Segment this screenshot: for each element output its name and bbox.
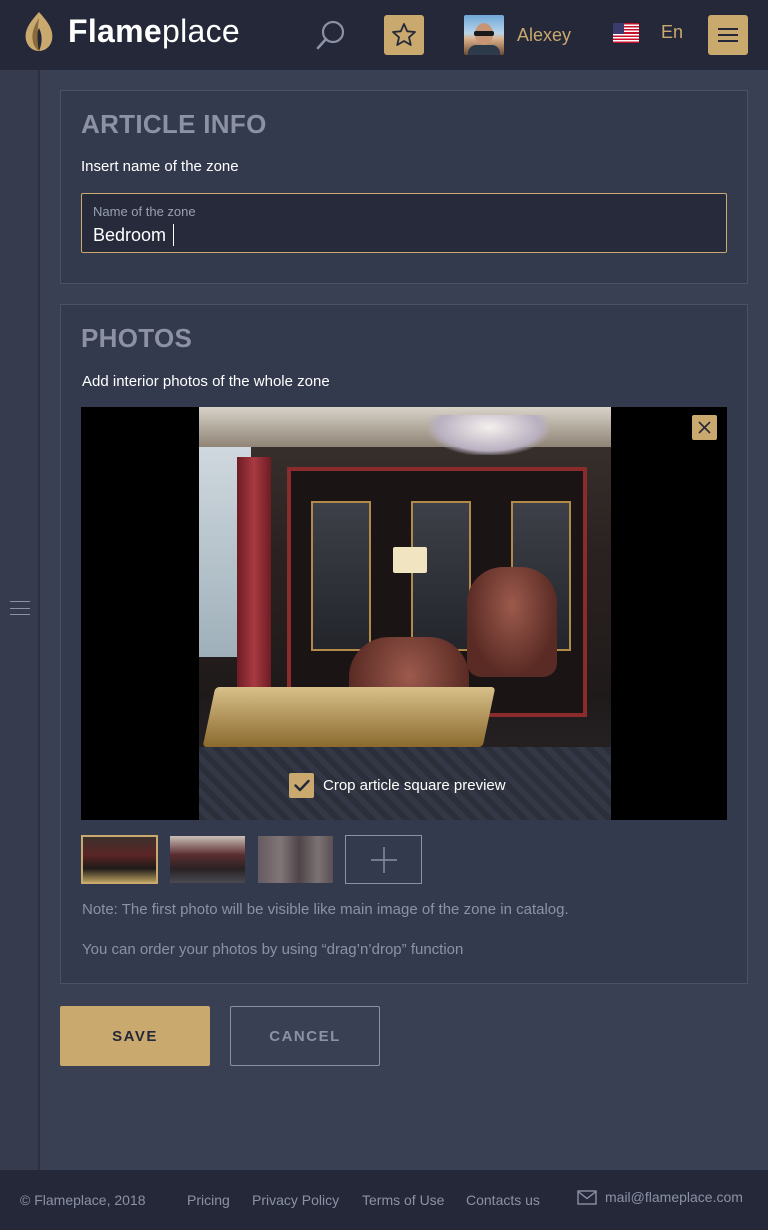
photo-thumbnails [81, 835, 422, 884]
zone-name-text: Bedroom [93, 224, 167, 245]
sidebar-toggle-icon[interactable] [10, 601, 30, 615]
checkbox[interactable] [289, 773, 314, 798]
crop-preview-label: Crop article square preview [323, 777, 506, 794]
logo[interactable]: Flameplace [22, 10, 240, 52]
zone-name-field[interactable]: Name of the zone Bedroom [81, 193, 727, 253]
search-icon [316, 20, 345, 50]
user-name: Alexey [517, 24, 572, 45]
logo-text-bold: Flame [68, 13, 162, 49]
checkmark-icon [293, 779, 310, 792]
menu-button[interactable] [708, 15, 748, 55]
avatar [464, 15, 504, 55]
favorites-button[interactable] [384, 15, 424, 55]
article-info-title: ARTICLE INFO [81, 109, 267, 139]
photo-preview[interactable]: Crop article square preview [81, 407, 727, 820]
top-header: Flameplace Alexey En [0, 0, 768, 70]
logo-text-light: place [161, 13, 240, 49]
close-icon [698, 421, 711, 434]
us-flag-icon [613, 22, 639, 43]
zone-name-value: Bedroom [93, 224, 175, 246]
crop-preview-checkbox[interactable]: Crop article square preview [289, 773, 506, 798]
flame-logo-icon [25, 12, 53, 51]
plus-icon [370, 846, 397, 873]
star-icon [392, 23, 416, 46]
footer-link-pricing[interactable]: Pricing [187, 1192, 230, 1208]
footer-link-contacts[interactable]: Contacts us [466, 1192, 540, 1208]
search-button[interactable] [314, 18, 348, 52]
photo-thumbnail[interactable] [257, 835, 334, 884]
photos-note-main-image: Note: The first photo will be visible li… [82, 901, 569, 918]
remove-photo-button[interactable] [692, 415, 717, 440]
article-info-subtitle: Insert name of the zone [81, 158, 239, 175]
footer-link-privacy-policy[interactable]: Privacy Policy [252, 1192, 339, 1208]
photos-note-drag-drop: You can order your photos by using “drag… [82, 941, 464, 958]
interior-photo [199, 407, 611, 820]
logo-text: Flameplace [68, 15, 240, 47]
language-label: En [661, 22, 684, 42]
photos-subtitle: Add interior photos of the whole zone [82, 373, 330, 390]
zone-name-label: Name of the zone [93, 204, 196, 219]
photos-section: PHOTOS Add interior photos of the whole … [60, 304, 748, 984]
footer-email-link[interactable]: mail@flameplace.com [577, 1189, 743, 1205]
mail-icon [577, 1189, 597, 1205]
photo-thumbnail[interactable] [169, 835, 246, 884]
footer-email: mail@flameplace.com [605, 1189, 743, 1205]
user-menu[interactable]: Alexey [464, 15, 571, 55]
left-sidebar-rail [0, 70, 40, 1170]
text-caret [173, 224, 175, 246]
add-photo-button[interactable] [345, 835, 422, 884]
save-button[interactable]: SAVE [60, 1006, 210, 1066]
footer: © Flameplace, 2018 Pricing Privacy Polic… [0, 1170, 768, 1230]
hamburger-menu-icon [718, 28, 738, 30]
copyright: © Flameplace, 2018 [20, 1192, 146, 1208]
language-selector[interactable]: En [613, 22, 683, 43]
cancel-button[interactable]: CANCEL [230, 1006, 380, 1066]
photo-thumbnail[interactable] [81, 835, 158, 884]
footer-link-terms-of-use[interactable]: Terms of Use [362, 1192, 444, 1208]
article-info-section: ARTICLE INFO Insert name of the zone Nam… [60, 90, 748, 284]
photos-title: PHOTOS [81, 323, 193, 353]
